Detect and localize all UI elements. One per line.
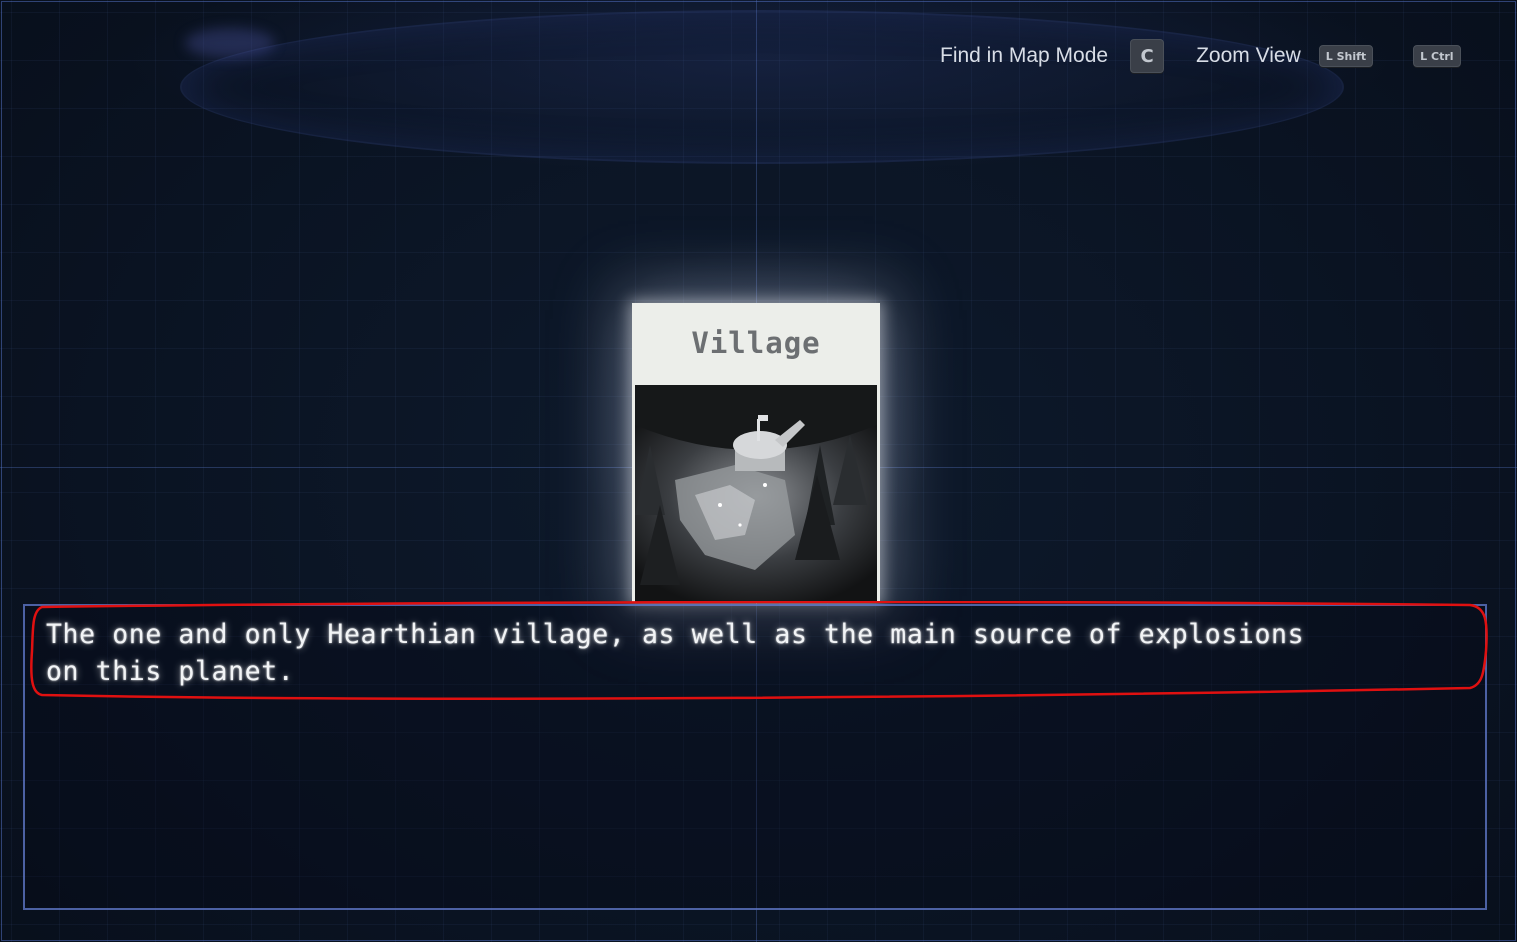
- card-title: Village: [691, 326, 821, 360]
- control-hints: Find in Map Mode C Zoom View L Shift L C…: [940, 38, 1461, 74]
- ship-log-screen: Find in Map Mode C Zoom View L Shift L C…: [0, 0, 1517, 942]
- log-entry-card[interactable]: Village: [632, 303, 880, 603]
- village-image: [635, 385, 877, 603]
- village-illustration: [635, 385, 877, 603]
- left-shift-key-icon[interactable]: L Shift: [1318, 45, 1374, 67]
- c-key-icon[interactable]: C: [1130, 39, 1165, 73]
- entry-description: The one and only Hearthian village, as w…: [46, 619, 1305, 687]
- zoom-view-label: Zoom View: [1196, 44, 1301, 67]
- find-in-map-mode-label: Find in Map Mode: [940, 44, 1109, 67]
- left-ctrl-key-icon[interactable]: L Ctrl: [1413, 45, 1461, 67]
